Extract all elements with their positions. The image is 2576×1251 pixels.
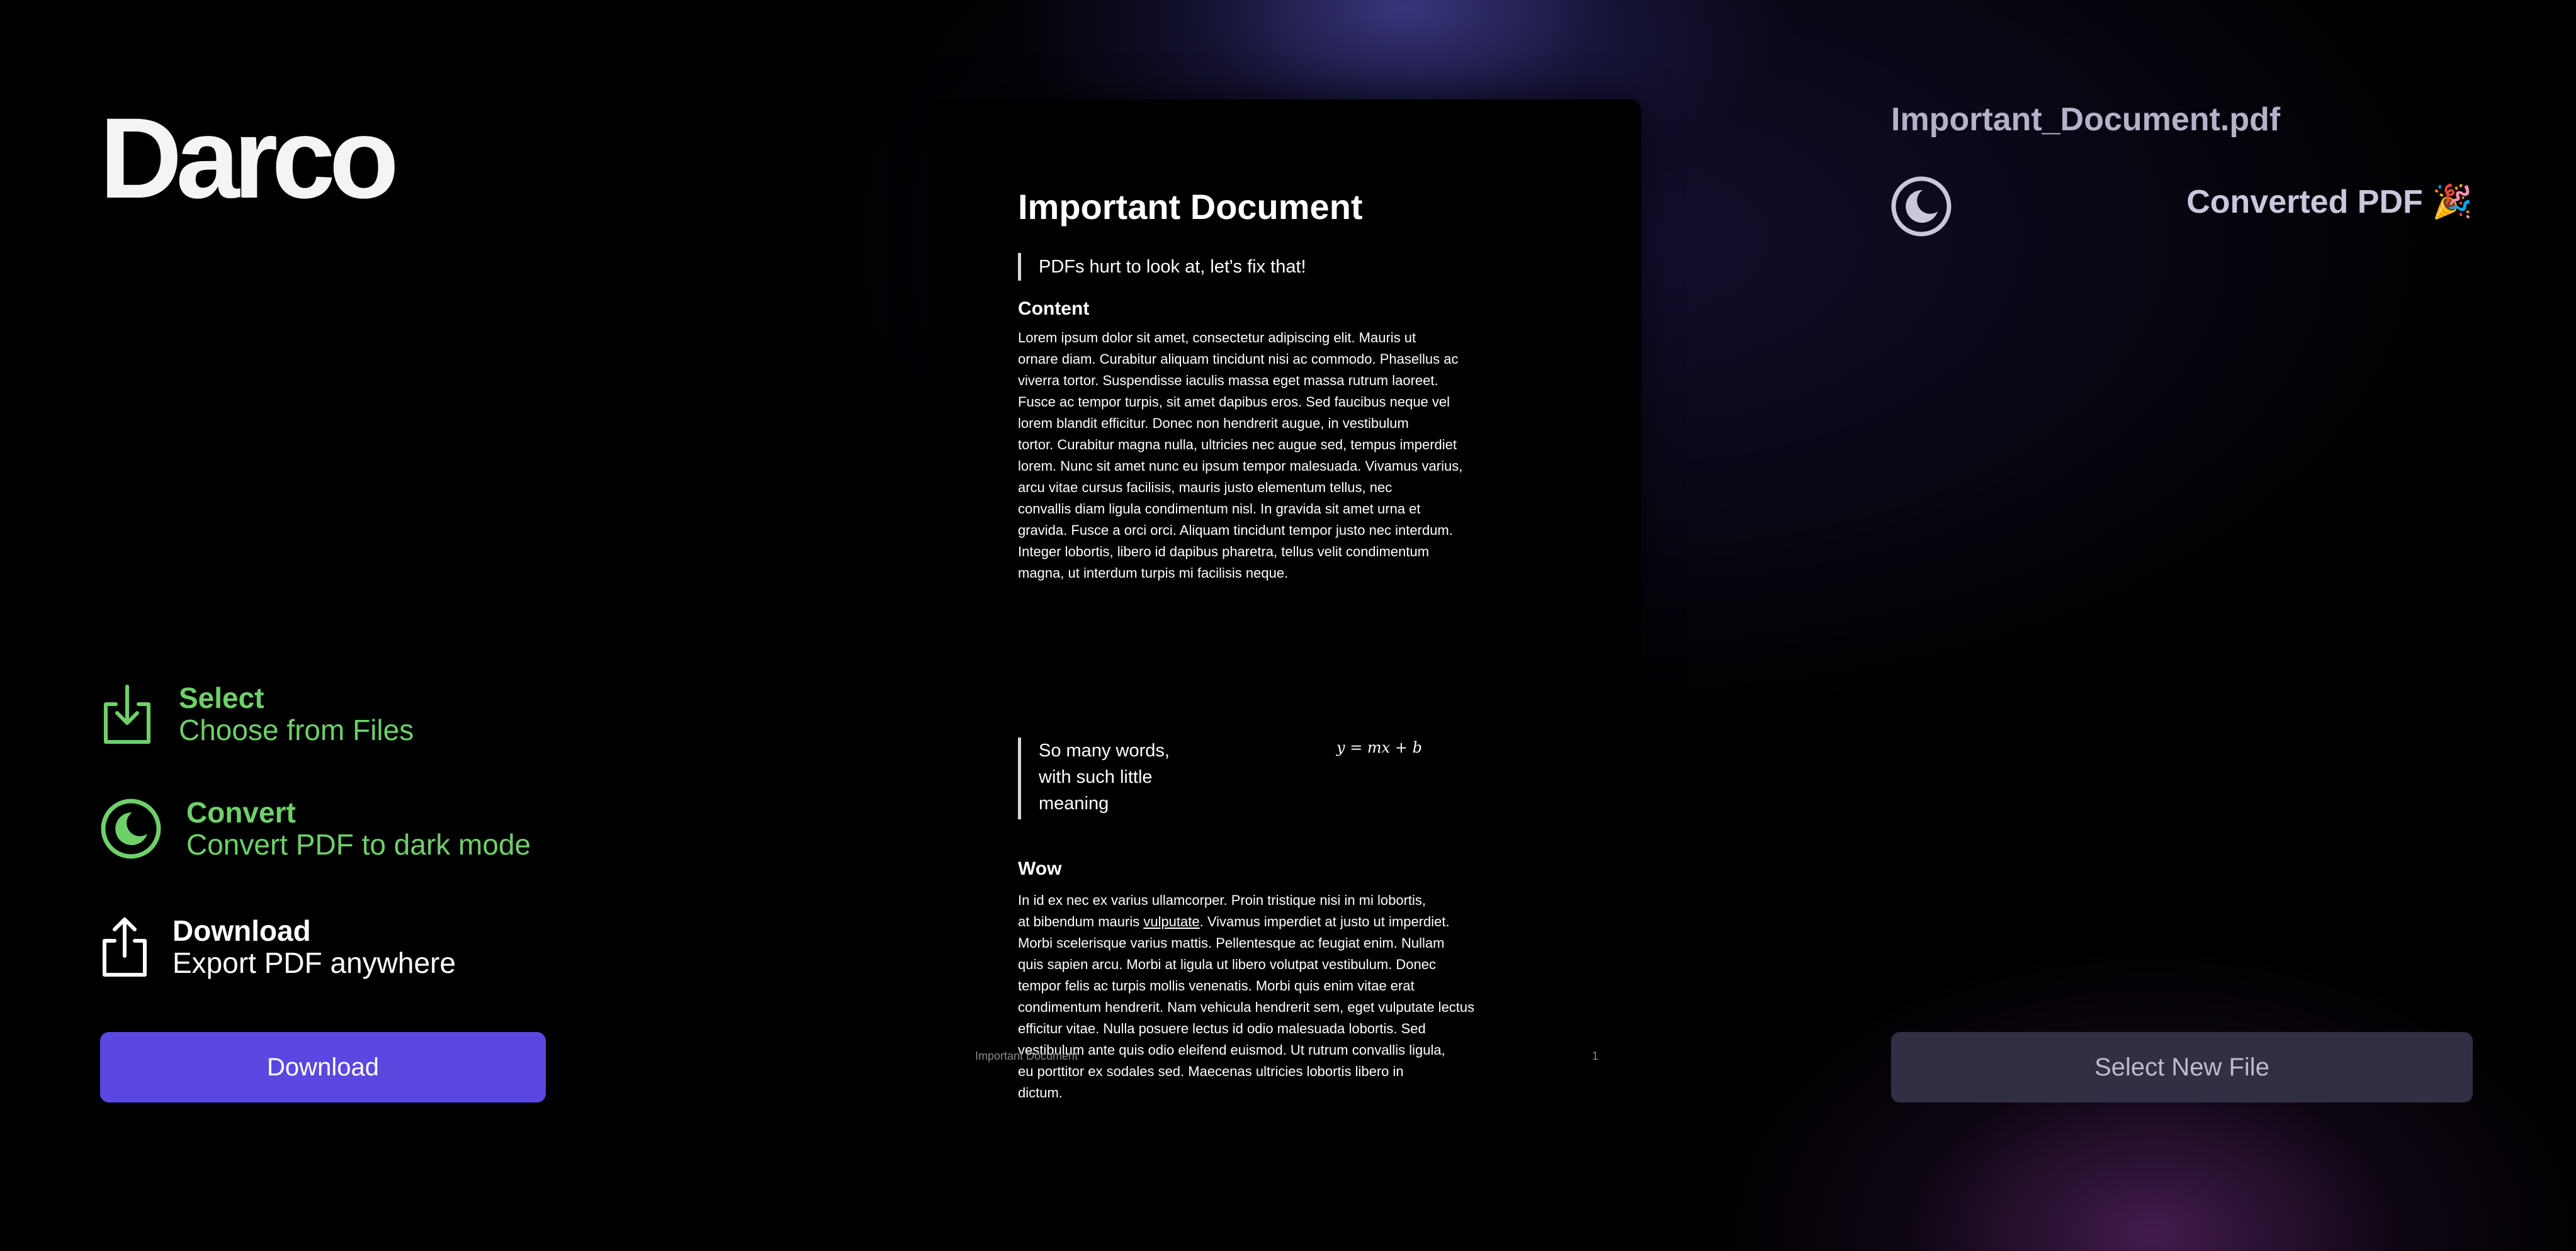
page-number: 1 xyxy=(1591,1050,1598,1062)
moon-icon xyxy=(1891,176,1952,237)
step-select-title: Select xyxy=(179,682,264,715)
step-select-subtitle: Choose from Files xyxy=(179,714,414,746)
download-tray-icon xyxy=(99,680,162,749)
step-convert: Convert Convert PDF to dark mode xyxy=(99,794,531,863)
document-title: Important Document xyxy=(1018,187,1363,227)
document-link[interactable]: vulputate xyxy=(1143,914,1199,929)
dark-mode-toggle[interactable] xyxy=(1890,175,1953,238)
section-heading-wow: Wow xyxy=(1018,858,1062,879)
share-icon xyxy=(99,912,162,982)
section-content-paragraph: Lorem ipsum dolor sit amet, consectetur … xyxy=(1018,330,1463,581)
section-heading-content: Content xyxy=(1018,298,1090,319)
file-name: Important_Document.pdf xyxy=(1891,101,2281,138)
step-select: Select Choose from Files xyxy=(99,680,414,749)
section-wow-paragraph: In id ex nec ex varius ullamcorper. Proi… xyxy=(1018,892,1475,1097)
document-formula: y = mx + b xyxy=(1336,739,1422,756)
step-download-subtitle: Export PDF anywhere xyxy=(172,946,456,979)
step-download: Download Export PDF anywhere xyxy=(99,912,456,982)
conversion-status: Converted PDF 🎉 xyxy=(2186,184,2473,220)
step-convert-subtitle: Convert PDF to dark mode xyxy=(186,828,531,861)
select-new-file-button[interactable]: Select New File xyxy=(1891,1032,2473,1102)
download-button[interactable]: Download xyxy=(100,1032,546,1102)
moon-icon xyxy=(99,794,162,863)
app-logo: Darco xyxy=(99,94,399,222)
document-quote: PDFs hurt to look at, let's fix that! xyxy=(1018,253,1306,281)
step-download-title: Download xyxy=(172,914,311,948)
document-footer-title: Important Document xyxy=(975,1050,1078,1062)
document-quote-secondary: So many words, with such little meaning xyxy=(1018,738,1170,819)
pdf-preview: Important Document PDFs hurt to look at,… xyxy=(932,99,1641,1097)
step-convert-title: Convert xyxy=(186,796,296,829)
